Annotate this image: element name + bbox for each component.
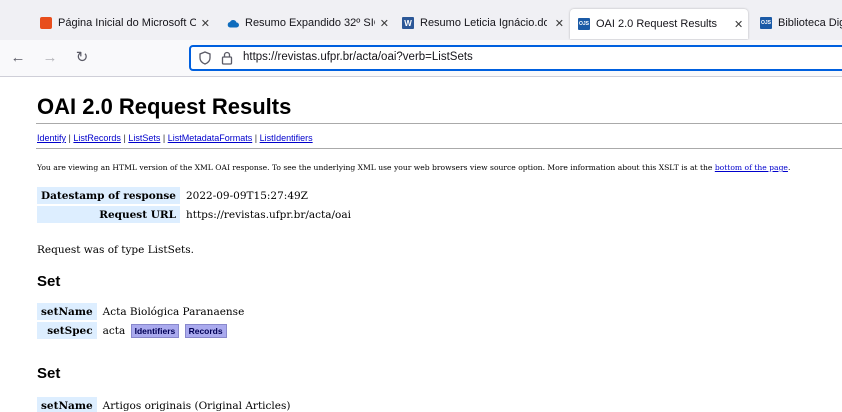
- ojs-icon: OJS: [760, 17, 772, 29]
- setname-value: Artigos originais (Original Articles): [102, 399, 291, 412]
- lock-icon[interactable]: [221, 51, 233, 65]
- listsets-link[interactable]: ListSets: [128, 133, 160, 143]
- setspec-cell: acta Identifiers Records: [99, 322, 249, 339]
- identifiers-button[interactable]: Identifiers: [130, 323, 180, 338]
- listmetadataformats-link[interactable]: ListMetadataFormats: [168, 133, 253, 143]
- setname-label: setName: [37, 397, 97, 412]
- cloud-icon: [227, 17, 239, 29]
- ojs-icon: OJS: [578, 18, 590, 30]
- page-title: OAI 2.0 Request Results: [37, 94, 292, 119]
- tab-title: Resumo Expandido 32º SIC - O: [245, 17, 375, 29]
- datestamp-value: 2022-09-09T15:27:49Z: [185, 189, 308, 202]
- separator: |: [162, 133, 166, 143]
- setname-value: Acta Biológica Paranaense: [102, 305, 245, 318]
- tab-title: Resumo Leticia Ignácio.docx: [420, 17, 547, 29]
- tab-title: Página Inicial do Microsoft Offi: [58, 17, 196, 29]
- tab-resumo-expandido[interactable]: Resumo Expandido 32º SIC - O ✕: [227, 11, 389, 35]
- separator: |: [123, 133, 126, 143]
- setspec-value: acta: [102, 324, 126, 337]
- bottom-of-page-link[interactable]: bottom of the page: [715, 163, 788, 172]
- tab-strip: Página Inicial do Microsoft Offi ✕ Resum…: [0, 0, 842, 40]
- close-icon[interactable]: ✕: [201, 17, 210, 30]
- forward-arrow-icon[interactable]: →: [41, 49, 59, 67]
- request-type-text: Request was of type ListSets.: [37, 244, 194, 256]
- close-icon[interactable]: ✕: [734, 18, 743, 31]
- records-button[interactable]: Records: [184, 323, 227, 338]
- setspec-label: setSpec: [37, 322, 97, 339]
- table-row: setSpec acta Identifiers Records: [37, 322, 248, 339]
- intro-end: .: [787, 163, 791, 172]
- datestamp-label: Datestamp of response: [37, 187, 180, 204]
- back-arrow-icon[interactable]: ←: [9, 49, 27, 67]
- tab-biblioteca-digital[interactable]: OJS Biblioteca Digital: [760, 11, 842, 35]
- word-icon: W: [402, 17, 414, 29]
- response-info-table: Datestamp of response 2022-09-09T15:27:4…: [35, 185, 357, 225]
- divider: [36, 148, 842, 149]
- listidentifiers-link[interactable]: ListIdentifiers: [260, 133, 313, 143]
- divider: [36, 123, 842, 124]
- table-row: Request URL https://revistas.ufpr.br/act…: [37, 206, 355, 223]
- request-url-value: https://revistas.ufpr.br/acta/oai: [185, 208, 351, 221]
- page-content: OAI 2.0 Request Results Identify | ListR…: [0, 77, 842, 412]
- table-row: setName Acta Biológica Paranaense: [37, 303, 248, 320]
- navigation-toolbar: ← → ↻ https://revistas.ufpr.br/acta/oai?…: [0, 40, 842, 77]
- tab-microsoft-office[interactable]: Página Inicial do Microsoft Offi ✕: [40, 11, 210, 35]
- listrecords-link[interactable]: ListRecords: [73, 133, 121, 143]
- separator: |: [68, 133, 71, 143]
- set-heading: Set: [37, 273, 61, 290]
- set-heading: Set: [37, 365, 61, 382]
- address-bar[interactable]: https://revistas.ufpr.br/acta/oai?verb=L…: [189, 45, 842, 71]
- request-url-label: Request URL: [37, 206, 180, 223]
- set-table: setName Artigos originais (Original Arti…: [35, 395, 296, 412]
- setname-label: setName: [37, 303, 97, 320]
- tab-title: Biblioteca Digital: [778, 17, 842, 29]
- quicklinks-bar: Identify | ListRecords | ListSets | List…: [37, 133, 313, 143]
- set-table: setName Acta Biológica Paranaense setSpe…: [35, 301, 250, 341]
- close-icon[interactable]: ✕: [380, 17, 389, 30]
- identify-link[interactable]: Identify: [37, 133, 66, 143]
- tab-resumo-leticia[interactable]: W Resumo Leticia Ignácio.docx ✕: [402, 11, 564, 35]
- url-text[interactable]: https://revistas.ufpr.br/acta/oai?verb=L…: [243, 51, 473, 63]
- separator: |: [254, 133, 258, 143]
- table-row: setName Artigos originais (Original Arti…: [37, 397, 294, 412]
- tab-title: OAI 2.0 Request Results: [596, 18, 718, 30]
- reload-icon[interactable]: ↻: [73, 49, 91, 67]
- office-icon: [40, 17, 52, 29]
- shield-icon[interactable]: [199, 51, 211, 65]
- intro-text: You are viewing an HTML version of the X…: [37, 163, 790, 172]
- close-icon[interactable]: ✕: [555, 17, 564, 30]
- table-row: Datestamp of response 2022-09-09T15:27:4…: [37, 187, 355, 204]
- tab-oai-request-results[interactable]: OJS OAI 2.0 Request Results ✕: [570, 9, 748, 39]
- intro-sentence: You are viewing an HTML version of the X…: [37, 163, 713, 172]
